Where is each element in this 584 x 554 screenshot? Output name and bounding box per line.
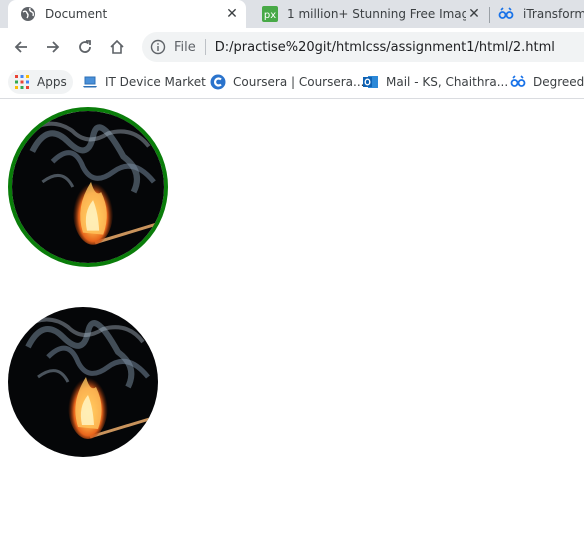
tab-strip: Document ✕ px 1 million+ Stunning Free I… [0,0,584,28]
bookmark-label: Apps [37,75,67,89]
tab-separator [489,7,490,23]
bookmark-label: Coursera | Coursera... [233,75,365,89]
tab-title: Document [45,7,108,21]
bookmarks-bar: Apps IT Device Market Coursera | Courser… [0,66,584,99]
home-button[interactable] [104,34,130,60]
bookmark-apps[interactable]: Apps [8,70,73,94]
tab-document[interactable]: Document ✕ [8,0,246,28]
tab-pixabay[interactable]: px 1 million+ Stunning Free Images ✕ [250,0,488,28]
svg-text:px: px [264,10,276,21]
globe-icon [20,6,36,22]
bookmark-label: Degreed | [533,75,584,89]
bookmark-degreed[interactable]: Degreed | [510,70,584,94]
address-bar[interactable]: File D:/practise%20git/htmlcss/assignmen… [142,32,584,62]
bookmark-it-device-market[interactable]: IT Device Market [82,70,206,94]
burning-match-image [12,111,164,263]
match-image-bordered [8,107,168,267]
reload-button[interactable] [72,34,98,60]
scheme-label: File [174,39,196,55]
home-icon [110,39,124,54]
tab-title: iTransform H [523,7,584,21]
omnibox-divider [204,39,206,55]
close-tab-icon[interactable]: ✕ [466,6,482,22]
degreed-icon [510,74,526,90]
itransform-icon [498,6,514,22]
bookmark-label: Mail - KS, Chaithra... [386,75,509,89]
forward-arrow-icon [47,41,60,53]
coursera-icon [210,74,226,90]
burning-match-image [8,307,158,457]
outlook-icon [363,74,379,90]
apps-grid-icon [14,74,30,90]
bookmark-mail[interactable]: Mail - KS, Chaithra... [363,70,508,94]
match-image-plain [8,307,158,457]
pixabay-icon: px [262,6,278,22]
bookmark-label: IT Device Market [105,75,206,89]
tab-itransform[interactable]: iTransform H [494,0,584,28]
back-button[interactable] [8,34,34,60]
back-arrow-icon [14,41,27,53]
reload-icon [79,40,91,53]
close-tab-icon[interactable]: ✕ [224,6,240,22]
tab-title: 1 million+ Stunning Free Images [287,7,466,21]
info-icon[interactable] [150,39,166,55]
url-text[interactable]: D:/practise%20git/htmlcss/assignment1/ht… [215,40,555,55]
page-content [0,99,584,554]
forward-button[interactable] [40,34,66,60]
bookmark-coursera[interactable]: Coursera | Coursera... [210,70,364,94]
laptop-icon [82,74,98,90]
browser-toolbar: File D:/practise%20git/htmlcss/assignmen… [0,28,584,66]
